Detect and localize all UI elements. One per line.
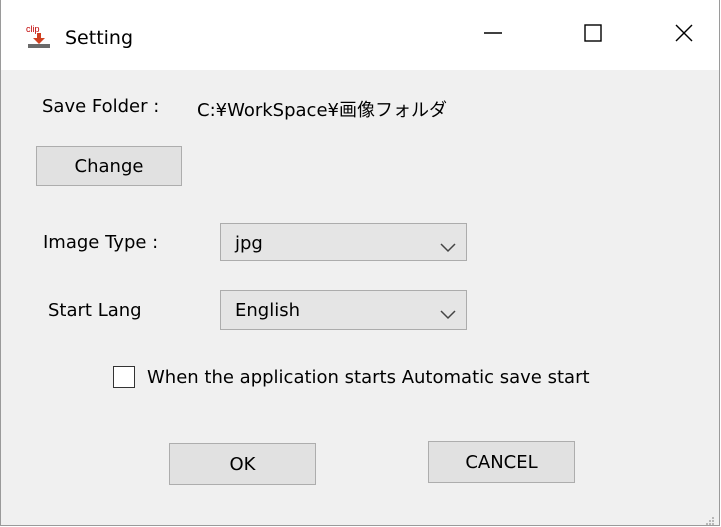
start-lang-select[interactable]: English (220, 290, 467, 330)
auto-save-label[interactable]: When the application starts Automatic sa… (147, 367, 590, 388)
maximize-button[interactable] (565, 10, 621, 60)
save-folder-path: C:¥WorkSpace¥画像フォルダ (197, 100, 447, 121)
title-bar[interactable]: clip Setting (1, 0, 719, 70)
ok-button[interactable]: OK (169, 443, 316, 485)
image-type-select[interactable]: jpg (220, 223, 467, 261)
minimize-icon (482, 22, 504, 48)
close-icon (673, 22, 695, 48)
resize-grip-icon[interactable] (705, 511, 715, 525)
chevron-down-icon (440, 237, 456, 253)
svg-text:clip: clip (26, 24, 40, 34)
image-type-value: jpg (235, 233, 263, 254)
start-lang-value: English (235, 300, 300, 321)
image-type-label: Image Type : (43, 232, 159, 253)
close-button[interactable] (656, 10, 712, 60)
minimize-button[interactable] (465, 10, 521, 60)
start-lang-label: Start Lang (48, 300, 142, 321)
save-folder-label: Save Folder : (42, 96, 160, 117)
change-folder-button[interactable]: Change (36, 146, 182, 186)
settings-window: clip Setting Save Folder : C:¥WorkSpace¥… (0, 0, 720, 526)
maximize-icon (582, 22, 604, 48)
auto-save-checkbox[interactable] (113, 366, 135, 388)
app-clip-icon: clip (25, 22, 53, 50)
cancel-button[interactable]: CANCEL (428, 441, 575, 483)
window-title: Setting (65, 27, 134, 49)
chevron-down-icon (440, 304, 456, 320)
